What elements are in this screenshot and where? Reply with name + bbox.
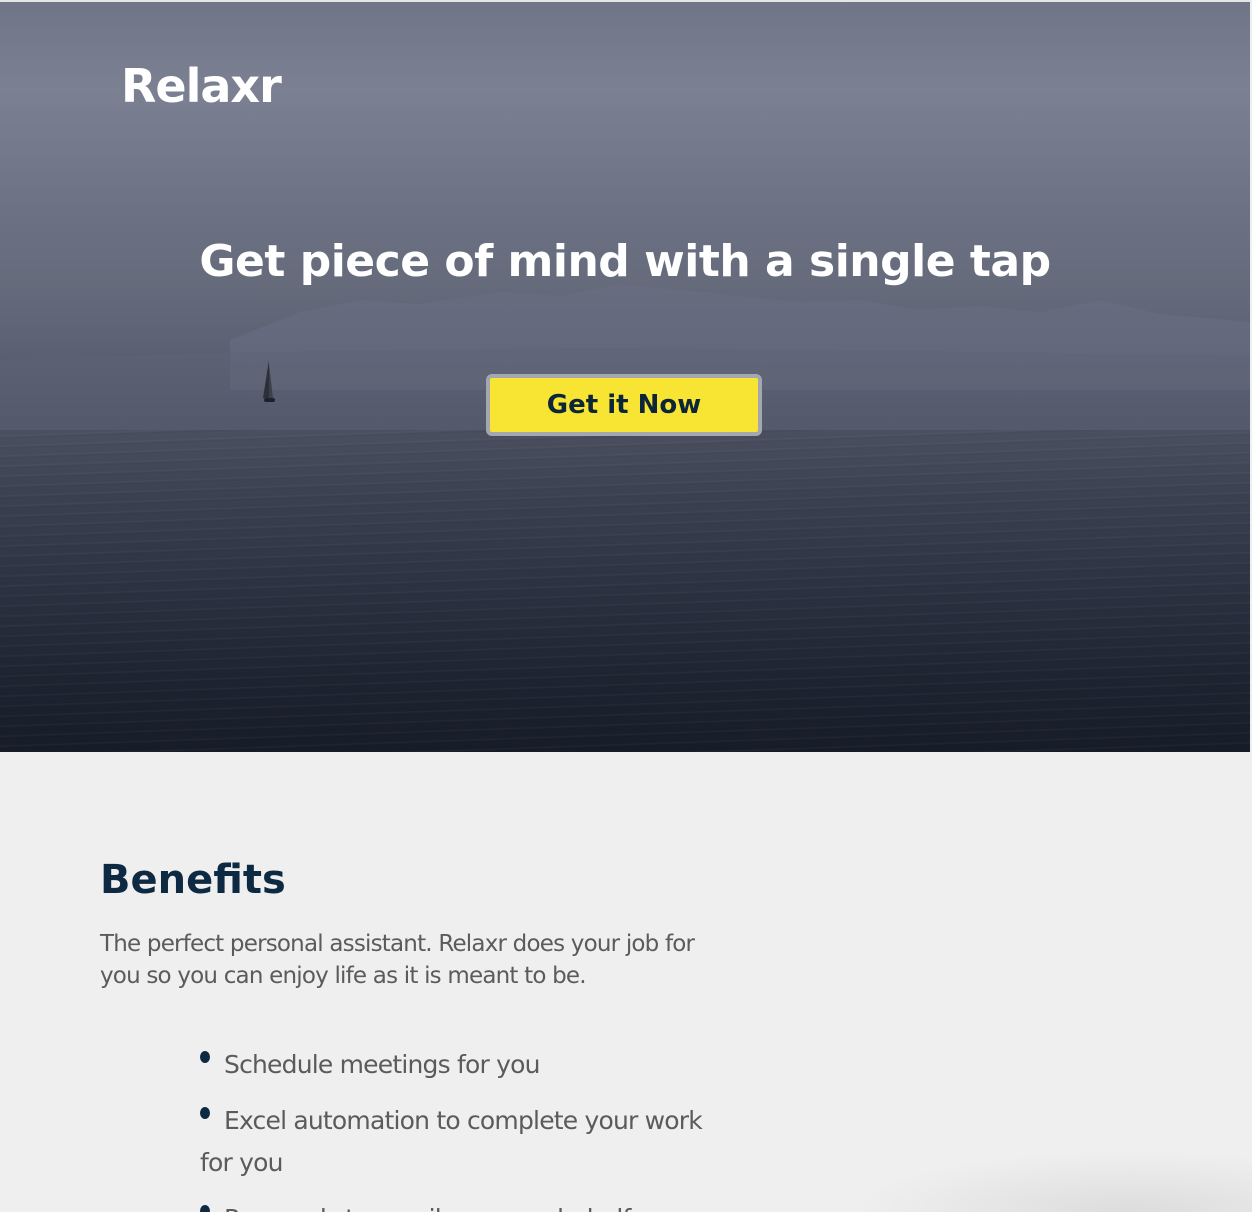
bullet-icon — [200, 1051, 210, 1063]
benefit-item: Schedule meetings for you — [200, 1044, 720, 1086]
water-ripples — [0, 430, 1250, 752]
benefits-list: Schedule meetings for you Excel automati… — [200, 1044, 720, 1212]
benefit-item-text: Responds to emails on your behalf — [224, 1204, 631, 1212]
benefits-description: The perfect personal assistant. Relaxr d… — [100, 931, 695, 989]
hero-headline: Get piece of mind with a single tap — [199, 236, 1051, 287]
hero-section: Relaxr Get piece of mind with a single t… — [0, 0, 1250, 752]
bullet-icon — [200, 1107, 210, 1119]
corner-shadow — [850, 1150, 1252, 1212]
benefit-item: Excel automation to complete your work f… — [200, 1100, 720, 1184]
sailboat-icon — [263, 360, 275, 402]
benefit-item: Responds to emails on your behalf — [200, 1198, 720, 1212]
get-it-now-button[interactable]: Get it Now — [486, 374, 762, 436]
bullet-icon — [200, 1205, 210, 1212]
benefit-item-text: Schedule meetings for you — [224, 1050, 540, 1079]
benefit-item-text: Excel automation to complete your work f… — [200, 1106, 703, 1177]
brand-logo[interactable]: Relaxr — [121, 56, 282, 116]
benefits-heading: Benefits — [100, 857, 286, 903]
